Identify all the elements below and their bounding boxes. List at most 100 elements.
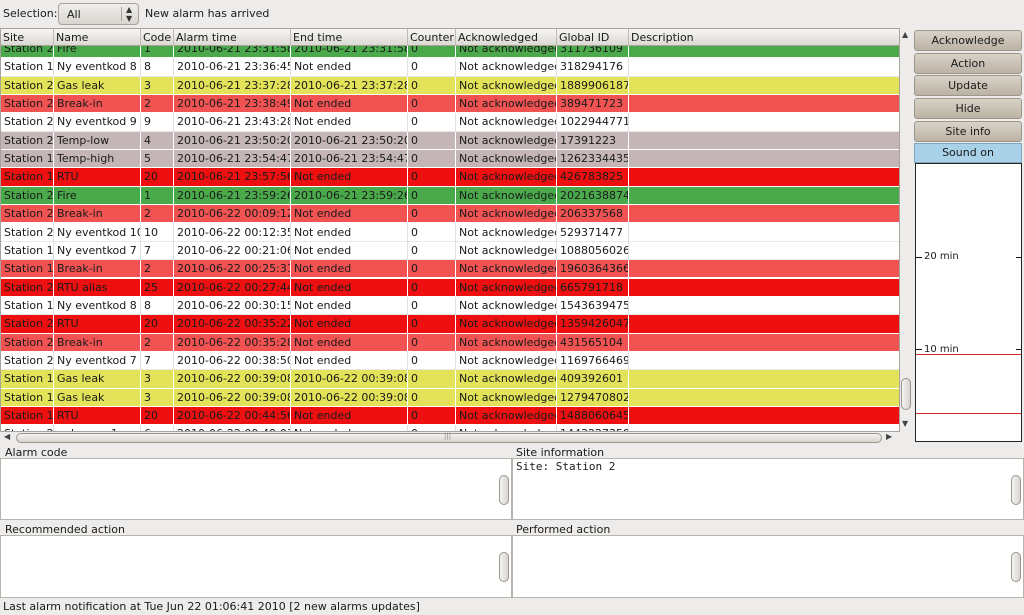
pane-scroll-thumb[interactable] bbox=[1011, 475, 1021, 505]
table-row[interactable]: Station 2 Ny eventkod 7 7 2010-06-22 00:38:… bbox=[1, 351, 899, 371]
end-time-cell: Not ended bbox=[291, 95, 408, 114]
table-row[interactable]: Station 1 Temp-high 5 2010-06-21 23:54:47 20… bbox=[1, 150, 899, 169]
pane-scroll-thumb[interactable] bbox=[499, 475, 509, 505]
scroll-down-icon[interactable]: ▼ bbox=[902, 419, 908, 428]
hide-acknowledged-button[interactable]: Hide acknowledged bbox=[914, 98, 1022, 134]
site-information-field[interactable]: Site: Station 2 bbox=[512, 458, 1024, 520]
end-time-cell: Not ended bbox=[291, 168, 408, 187]
counter-cell: 0 bbox=[408, 315, 456, 334]
description-cell bbox=[629, 168, 899, 186]
site-cell: Station 1 bbox=[1, 260, 54, 279]
column-header[interactable]: End time bbox=[291, 29, 408, 46]
selection-dropdown[interactable]: All ▲ ▼ bbox=[58, 3, 139, 25]
tick-left-10 bbox=[916, 349, 922, 350]
toolbar: Selection: All ▲ ▼ New alarm has arrived bbox=[0, 0, 1024, 28]
acknowledged-cell: Not acknowledged bbox=[456, 223, 557, 242]
acknowledged-cell: Not acknowledged bbox=[456, 296, 557, 315]
table-row[interactable]: Station 1 Break-in 2 2010-06-22 00:25:31 Not… bbox=[1, 260, 899, 279]
alarm-time-cell: 2010-06-21 23:59:26 bbox=[174, 186, 291, 205]
name-cell: Break-in bbox=[54, 333, 141, 352]
counter-cell: 0 bbox=[408, 150, 456, 169]
selection-value: All bbox=[67, 8, 81, 21]
column-header[interactable]: Global ID bbox=[557, 29, 629, 46]
counter-cell: 0 bbox=[408, 407, 456, 425]
alarm-table[interactable]: Station 2 Fire 1 2010-06-21 23:31:58 2010-06… bbox=[0, 28, 900, 432]
column-header[interactable]: Description bbox=[629, 29, 899, 46]
acknowledged-cell: Not acknowledged bbox=[456, 131, 557, 150]
counter-cell: 0 bbox=[408, 296, 456, 315]
counter-cell: 0 bbox=[408, 388, 456, 407]
recommended-action-field[interactable] bbox=[0, 535, 512, 598]
table-row[interactable]: Station 1 Ny eventkod 7 7 2010-06-22 00:21:… bbox=[1, 241, 899, 261]
code-cell: 20 bbox=[141, 168, 174, 187]
scroll-right-icon[interactable]: ▶ bbox=[886, 432, 892, 441]
column-header[interactable]: Acknowledged bbox=[456, 29, 557, 46]
code-cell: 3 bbox=[141, 370, 174, 389]
alarm-time-cell: 2010-06-22 00:38:50 bbox=[174, 351, 291, 370]
table-row[interactable]: Station 2 Ny eventkod 9 9 2010-06-21 23:43:… bbox=[1, 113, 899, 132]
table-row[interactable]: Station 1 RTU 20 2010-06-22 00:44:56 Not end… bbox=[1, 407, 899, 426]
alarm-time-cell: 2010-06-22 00:44:56 bbox=[174, 407, 291, 425]
end-time-cell: 2010-06-22 00:39:08 bbox=[291, 370, 408, 389]
scroll-thumb[interactable] bbox=[901, 378, 911, 410]
acknowledge-button[interactable]: Acknowledge bbox=[914, 30, 1022, 51]
table-row[interactable]: Station 2 Break-in 2 2010-06-22 00:09:12 Not… bbox=[1, 205, 899, 224]
table-row[interactable]: Station 2 Break-in 2 2010-06-21 23:38:49 Not… bbox=[1, 95, 899, 114]
end-time-cell: Not ended bbox=[291, 407, 408, 425]
tick-right-20 bbox=[1016, 257, 1022, 258]
table-row[interactable]: Station 2 Ny eventkod 10 10 2010-06-22 00:1… bbox=[1, 223, 899, 242]
counter-cell: 0 bbox=[408, 425, 456, 431]
table-horizontal-scrollbar[interactable]: ◀ ||| ▶ bbox=[0, 432, 900, 444]
column-header[interactable]: Code bbox=[141, 29, 174, 46]
status-bar: Last alarm notification at Tue Jun 22 01… bbox=[3, 600, 420, 613]
acknowledged-cell: Not acknowledged bbox=[456, 370, 557, 389]
site-cell: Station 1 bbox=[1, 296, 54, 315]
table-row[interactable]: Station 1 Ny eventkod 8 8 2010-06-21 23:36:… bbox=[1, 58, 899, 77]
column-header[interactable]: Site bbox=[1, 29, 54, 46]
alarm-code-field[interactable] bbox=[0, 458, 512, 520]
table-row[interactable]: Station 1 Ny eventkod 8 8 2010-06-22 00:30:… bbox=[1, 296, 899, 316]
spin-arrows-icon: ▲ ▼ bbox=[126, 5, 133, 23]
description-cell bbox=[629, 370, 899, 388]
table-row[interactable]: Station 1 Gas leak 3 2010-06-22 00:39:08 201… bbox=[1, 370, 899, 389]
name-cell: Ny eventkod 8 bbox=[54, 296, 141, 315]
column-header[interactable]: Alarm time bbox=[174, 29, 291, 46]
selection-label: Selection: bbox=[3, 7, 58, 20]
table-row[interactable]: Station 2 Fire 1 2010-06-21 23:59:26 2010-06… bbox=[1, 186, 899, 206]
scroll-up-icon[interactable]: ▲ bbox=[902, 30, 908, 39]
end-time-cell: Not ended bbox=[291, 260, 408, 279]
code-cell: 9 bbox=[141, 113, 174, 132]
counter-cell: 0 bbox=[408, 186, 456, 205]
pane-scroll-thumb[interactable] bbox=[499, 552, 509, 582]
site-info-button[interactable]: Site info bbox=[914, 121, 1022, 142]
counter-cell: 0 bbox=[408, 168, 456, 187]
name-cell: Gas leak bbox=[54, 76, 141, 95]
code-cell: 20 bbox=[141, 315, 174, 334]
table-row[interactable]: Station 1 RTU 20 2010-06-21 23:57:56 Not end… bbox=[1, 168, 899, 187]
description-cell bbox=[629, 352, 899, 370]
alarm-time-cell: 2010-06-21 23:38:49 bbox=[174, 95, 291, 114]
table-row[interactable]: Station 2 Temp-low 4 2010-06-21 23:50:20 201… bbox=[1, 131, 899, 151]
global-id-cell: 1088056026 bbox=[557, 241, 629, 260]
table-row[interactable]: Station 2unknown-162010-06-22 00:49:03No… bbox=[1, 425, 899, 431]
name-cell: Ny eventkod 7 bbox=[54, 351, 141, 370]
table-vertical-scrollbar[interactable]: ▲ ▼ bbox=[900, 28, 912, 432]
performed-action-field[interactable] bbox=[512, 535, 1024, 598]
table-row[interactable]: Station 2 RTU alias 25 2010-06-22 00:27:44 N… bbox=[1, 278, 899, 297]
update-button[interactable]: Update bbox=[914, 75, 1022, 96]
acknowledged-cell: Not acknowledged bbox=[456, 113, 557, 132]
column-header[interactable]: Name bbox=[54, 29, 141, 46]
table-row[interactable]: Station 2 RTU 20 2010-06-22 00:35:22 Not end… bbox=[1, 315, 899, 334]
code-cell: 3 bbox=[141, 388, 174, 407]
sound-toggle[interactable]: Sound on bbox=[914, 143, 1022, 163]
action-button[interactable]: Action bbox=[914, 53, 1022, 74]
alarm-time-cell: 2010-06-22 00:30:15 bbox=[174, 296, 291, 315]
table-row[interactable]: Station 2 Gas leak 3 2010-06-21 23:37:28 201… bbox=[1, 76, 899, 95]
table-row[interactable]: Station 1 Gas leak 3 2010-06-22 00:39:08 201… bbox=[1, 388, 899, 407]
scroll-left-icon[interactable]: ◀ bbox=[4, 432, 10, 441]
column-header[interactable]: Counter bbox=[408, 29, 456, 46]
acknowledged-cell: Not acknowledged bbox=[456, 150, 557, 169]
counter-cell: 0 bbox=[408, 131, 456, 150]
table-row[interactable]: Station 2 Break-in 2 2010-06-22 00:35:28 Not… bbox=[1, 333, 899, 352]
pane-scroll-thumb[interactable] bbox=[1011, 552, 1021, 582]
